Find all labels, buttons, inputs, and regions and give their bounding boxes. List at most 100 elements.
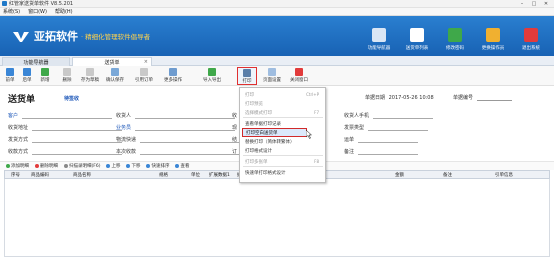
form-field-label: 收货人手机 bbox=[344, 113, 370, 119]
detail-button-1[interactable]: 删除明细 bbox=[35, 163, 58, 169]
form-field-input[interactable] bbox=[358, 150, 419, 155]
form-field: 客户 bbox=[8, 112, 113, 119]
toolbar-button-3[interactable]: 删除 bbox=[57, 67, 77, 85]
table-column-header[interactable]: 商品编码 bbox=[31, 172, 49, 178]
banner-nav-button[interactable]: 修改密码 bbox=[436, 20, 474, 54]
toolbar-button-0[interactable]: 前单 bbox=[2, 67, 18, 85]
print-menu-shortcut: F7 bbox=[314, 110, 319, 115]
print-menu-item: 打印多张单 F8 bbox=[240, 157, 325, 166]
form-field: 备注 bbox=[344, 148, 419, 155]
print-menu-item[interactable]: 替换打印（简体转繁体） bbox=[240, 137, 325, 146]
form-field-input[interactable] bbox=[32, 126, 123, 131]
print-menu-item: 打印预览 bbox=[240, 99, 325, 108]
print-menu-item: 打印 Ctrl+P bbox=[240, 90, 325, 99]
toolbar-button-7[interactable]: 更多操作 bbox=[159, 67, 187, 85]
detail-button-label: 添加明细 bbox=[11, 164, 29, 169]
form-field-label: 发票类型 bbox=[344, 125, 365, 131]
detail-button-4[interactable]: 下移 bbox=[126, 163, 140, 169]
detail-button-3[interactable]: 上移 bbox=[106, 163, 120, 169]
tab-close-icon[interactable]: × bbox=[144, 59, 148, 65]
form-field-input[interactable] bbox=[22, 114, 113, 119]
maximize-icon[interactable]: □ bbox=[528, 0, 540, 8]
table-column-header[interactable]: 序号 bbox=[11, 172, 20, 178]
print-menu-item-label: 打印格式设计 bbox=[245, 148, 272, 154]
form-field-label: 订 bbox=[232, 149, 238, 155]
menu-system[interactable]: 系统(S) bbox=[3, 8, 20, 15]
menu-window[interactable]: 窗口(W) bbox=[28, 8, 47, 15]
bill-date-field[interactable]: 2017-05-26 10:08 bbox=[389, 95, 434, 101]
toolbar-label: 更多操作 bbox=[164, 78, 182, 83]
form-field: 发票类型 bbox=[344, 124, 429, 131]
detail-button-2[interactable]: 扫描录明细(F6) bbox=[64, 163, 100, 169]
banner-nav-button[interactable]: 功能导航器 bbox=[360, 20, 398, 54]
tab-function-navigator[interactable]: 功能导航器 bbox=[2, 57, 70, 66]
user-switch-icon bbox=[486, 28, 500, 42]
form-field-label: 业务员 bbox=[116, 125, 132, 131]
form-field-input[interactable] bbox=[32, 150, 123, 155]
toolbar-button-5[interactable]: 确认保存 bbox=[104, 67, 126, 85]
toolbar-button-6[interactable]: 引用订单 bbox=[132, 67, 156, 85]
toolbar-button-8[interactable]: 导入导出 bbox=[200, 67, 224, 85]
print-menu-item: 选择模式打印 F7 bbox=[240, 108, 325, 117]
form-field-input[interactable] bbox=[373, 114, 434, 119]
detail-button-icon bbox=[175, 164, 180, 168]
banner-nav-button[interactable]: 送货单列表 bbox=[398, 20, 436, 54]
delete-icon bbox=[63, 68, 71, 76]
table-column-header[interactable]: 单位 bbox=[191, 172, 200, 178]
form-field-input[interactable] bbox=[140, 138, 241, 143]
print-menu-item[interactable]: 查看单据打印记录 bbox=[240, 119, 325, 128]
menu-bar: 系统(S) 窗口(W) 帮助(H) bbox=[0, 8, 554, 16]
form-field: 物流快递 bbox=[116, 136, 241, 143]
banner-nav-button[interactable]: 退出系统 bbox=[512, 20, 550, 54]
form-field: 本次收款 bbox=[116, 148, 241, 155]
form-field-input[interactable] bbox=[140, 150, 241, 155]
banner-nav: 功能导航器 送货单列表 修改密码 更换操作员 退出系统 bbox=[360, 20, 550, 54]
table-column-header[interactable]: 商品名称 bbox=[73, 172, 91, 178]
form-field: 收货人 bbox=[116, 112, 236, 119]
toolbar-button-10[interactable]: 页面设置 bbox=[260, 67, 284, 85]
form-field-label: 物流快递 bbox=[116, 137, 137, 143]
table-column-header[interactable]: 引单信息 bbox=[495, 172, 513, 178]
toolbar-button-1[interactable]: 后单 bbox=[19, 67, 35, 85]
minimize-icon[interactable]: – bbox=[516, 0, 528, 8]
toolbar: 前单 后单 新增 删除 存为草稿 确认保存 引用订单 更多操作 导入导出 打印 页面设置 关闭窗口 bbox=[0, 66, 554, 86]
toolbar-button-11[interactable]: 关闭窗口 bbox=[287, 67, 311, 85]
table-body[interactable] bbox=[4, 179, 550, 257]
detail-button-5[interactable]: 快速排序 bbox=[146, 163, 169, 169]
detail-button-6[interactable]: 查看 bbox=[175, 163, 189, 169]
print-menu-item[interactable]: 快速单打印格式设计 bbox=[240, 168, 325, 177]
bill-number: 单据编号 bbox=[453, 94, 512, 101]
print-menu-item[interactable]: 打印格式设计 bbox=[240, 146, 325, 155]
table-column-header[interactable]: 金额 bbox=[395, 172, 404, 178]
toolbar-label: 导入导出 bbox=[203, 78, 221, 83]
form-field-input[interactable] bbox=[135, 114, 236, 119]
bill-number-field[interactable] bbox=[476, 96, 512, 101]
detail-button-icon bbox=[126, 164, 131, 168]
banner-nav-button[interactable]: 更换操作员 bbox=[474, 20, 512, 54]
toolbar-button-4[interactable]: 存为草稿 bbox=[79, 67, 101, 85]
table-column-header[interactable]: 规格 bbox=[159, 172, 168, 178]
logo-mark-icon bbox=[13, 32, 29, 42]
detail-button-0[interactable]: 添加明细 bbox=[6, 163, 29, 169]
toolbar-label: 引用订单 bbox=[135, 78, 153, 83]
detail-button-label: 快速排序 bbox=[151, 164, 170, 169]
print-menu-item[interactable]: 打印空白送货单 bbox=[242, 128, 307, 137]
table-column-header[interactable]: 备注 bbox=[443, 172, 452, 178]
menu-help[interactable]: 帮助(H) bbox=[55, 8, 73, 15]
print-menu-item-label: 打印空白送货单 bbox=[246, 130, 278, 136]
form-field-input[interactable] bbox=[135, 126, 236, 131]
toolbar-button-9[interactable]: 打印 bbox=[237, 67, 257, 85]
form-field-input[interactable] bbox=[368, 126, 429, 131]
tab-delivery-note[interactable]: 送货单 × bbox=[72, 57, 152, 66]
form-field-label: 发货方式 bbox=[8, 137, 29, 143]
toolbar-button-2[interactable]: 新增 bbox=[36, 67, 54, 85]
menu-separator bbox=[243, 155, 323, 156]
logo: 亚拓软件 · 精细化管理软件倡导者 bbox=[12, 28, 150, 44]
form-field-partial: 订 bbox=[232, 148, 237, 155]
form-field-input[interactable] bbox=[32, 138, 123, 143]
toolbar-label: 前单 bbox=[5, 78, 15, 83]
form-field-label: 结 bbox=[232, 137, 238, 143]
form-field-input[interactable] bbox=[358, 138, 419, 143]
table-column-header[interactable]: 扩展数据1 bbox=[209, 172, 230, 178]
close-icon[interactable]: ✕ bbox=[540, 0, 552, 8]
